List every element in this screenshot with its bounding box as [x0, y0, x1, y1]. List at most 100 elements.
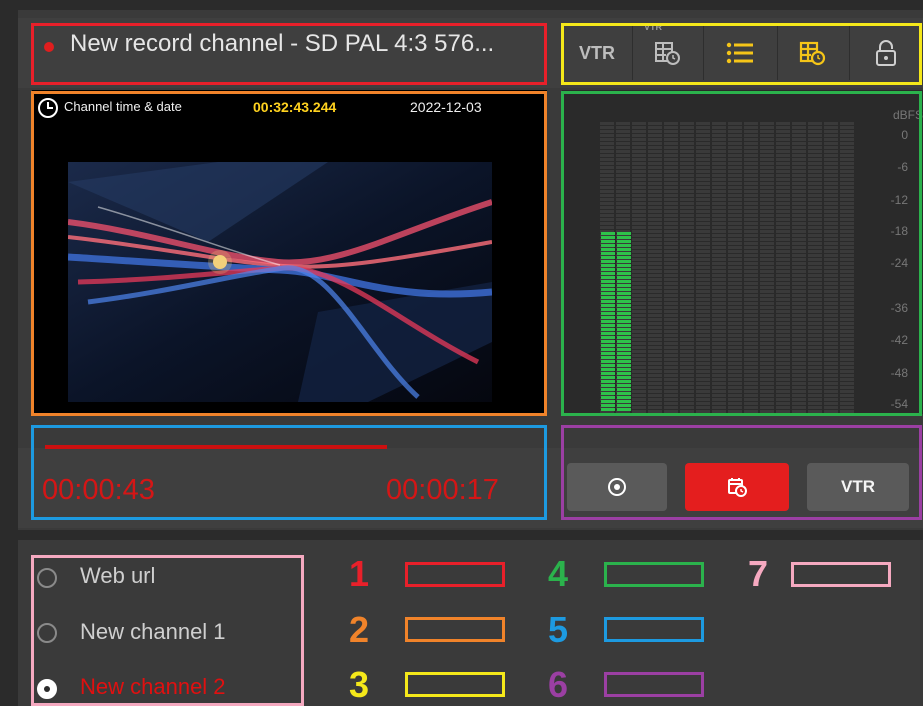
meter-level-segment: [617, 268, 631, 271]
meter-segment: [776, 158, 790, 161]
meter-segment: [712, 250, 726, 253]
meter-segment: [760, 258, 774, 261]
meter-segment: [744, 250, 758, 253]
meter-segment: [808, 158, 822, 161]
meter-segment: [664, 142, 678, 145]
meter-segment: [728, 142, 742, 145]
meter-segment: [776, 330, 790, 333]
meter-segment: [712, 338, 726, 341]
meter-segment: [824, 362, 838, 365]
radio-new-channel-2[interactable]: [37, 679, 57, 699]
meter-segment: [792, 158, 806, 161]
meter-segment: [840, 358, 854, 361]
meter-segment: [632, 402, 646, 405]
meter-level-segment: [617, 392, 631, 395]
meter-level-segment: [617, 236, 631, 239]
meter-segment: [760, 254, 774, 257]
meter-segment: [712, 374, 726, 377]
meter-level-segment: [601, 392, 615, 395]
meter-segment: [696, 154, 710, 157]
meter-segment: [664, 398, 678, 401]
calendar-clock-icon: [728, 478, 747, 497]
meter-segment: [840, 142, 854, 145]
meter-segment: [616, 182, 630, 185]
playlist-button[interactable]: [704, 20, 776, 86]
meter-level-segment: [601, 292, 615, 295]
lock-button[interactable]: [850, 20, 922, 86]
meter-segment: [664, 146, 678, 149]
meter-segment: [664, 394, 678, 397]
record-button[interactable]: [567, 463, 667, 511]
meter-segment: [808, 182, 822, 185]
meter-segment: [728, 262, 742, 265]
meter-segment: [744, 210, 758, 213]
meter-segment: [712, 146, 726, 149]
meter-segment: [632, 138, 646, 141]
meter-segment: [776, 150, 790, 153]
meter-segment: [760, 326, 774, 329]
meter-segment: [696, 222, 710, 225]
meter-segment: [696, 282, 710, 285]
vtr-schedule-button[interactable]: VTR: [633, 20, 703, 86]
meter-segment: [744, 230, 758, 233]
meter-segment: [824, 342, 838, 345]
meter-level-segment: [617, 308, 631, 311]
meter-segment: [664, 250, 678, 253]
meter-segment: [632, 290, 646, 293]
meter-segment: [744, 358, 758, 361]
meter-segment: [680, 146, 694, 149]
meter-segment: [728, 130, 742, 133]
meter-segment: [808, 406, 822, 409]
meter-level-segment: [617, 404, 631, 407]
meter-segment: [808, 194, 822, 197]
schedule-record-button[interactable]: [685, 463, 789, 511]
meter-segment: [792, 238, 806, 241]
vtr-toolbar-button[interactable]: VTR: [562, 20, 632, 86]
meter-segment: [696, 266, 710, 269]
meter-segment: [760, 366, 774, 369]
meter-segment: [696, 218, 710, 221]
lock-icon: [876, 40, 896, 66]
meter-segment: [808, 130, 822, 133]
meter-segment: [824, 222, 838, 225]
meter-segment: [632, 146, 646, 149]
meter-segment: [840, 282, 854, 285]
meter-segment: [840, 362, 854, 365]
meter-segment: [696, 378, 710, 381]
meter-segment: [664, 358, 678, 361]
meter-segment: [728, 370, 742, 373]
meter-segment: [664, 306, 678, 309]
meter-segment: [616, 214, 630, 217]
meter-segment: [824, 174, 838, 177]
source-label-new-channel-2[interactable]: New channel 2: [80, 674, 226, 700]
meter-segment: [824, 298, 838, 301]
meter-segment: [600, 146, 614, 149]
meter-segment: [712, 290, 726, 293]
source-label-new-channel-1[interactable]: New channel 1: [80, 619, 226, 645]
meter-segment: [840, 206, 854, 209]
source-label-web-url[interactable]: Web url: [80, 563, 155, 589]
meter-segment: [680, 306, 694, 309]
meter-segment: [840, 174, 854, 177]
meter-segment: [728, 302, 742, 305]
meter-segment: [808, 286, 822, 289]
meter-segment: [760, 206, 774, 209]
meter-segment: [680, 358, 694, 361]
vtr-button[interactable]: VTR: [807, 463, 909, 511]
meter-segment: [664, 226, 678, 229]
recording-dot-icon: [44, 42, 54, 52]
schedule-grid-button[interactable]: [778, 20, 848, 86]
meter-segment: [680, 346, 694, 349]
meter-segment: [696, 334, 710, 337]
meter-segment: [680, 138, 694, 141]
meter-segment: [808, 226, 822, 229]
meter-segment: [696, 254, 710, 257]
meter-segment: [840, 198, 854, 201]
meter-segment: [760, 386, 774, 389]
radio-new-channel-1[interactable]: [37, 623, 57, 643]
meter-segment: [680, 154, 694, 157]
radio-web-url[interactable]: [37, 568, 57, 588]
meter-segment: [808, 214, 822, 217]
meter-segment: [664, 202, 678, 205]
meter-segment: [664, 206, 678, 209]
